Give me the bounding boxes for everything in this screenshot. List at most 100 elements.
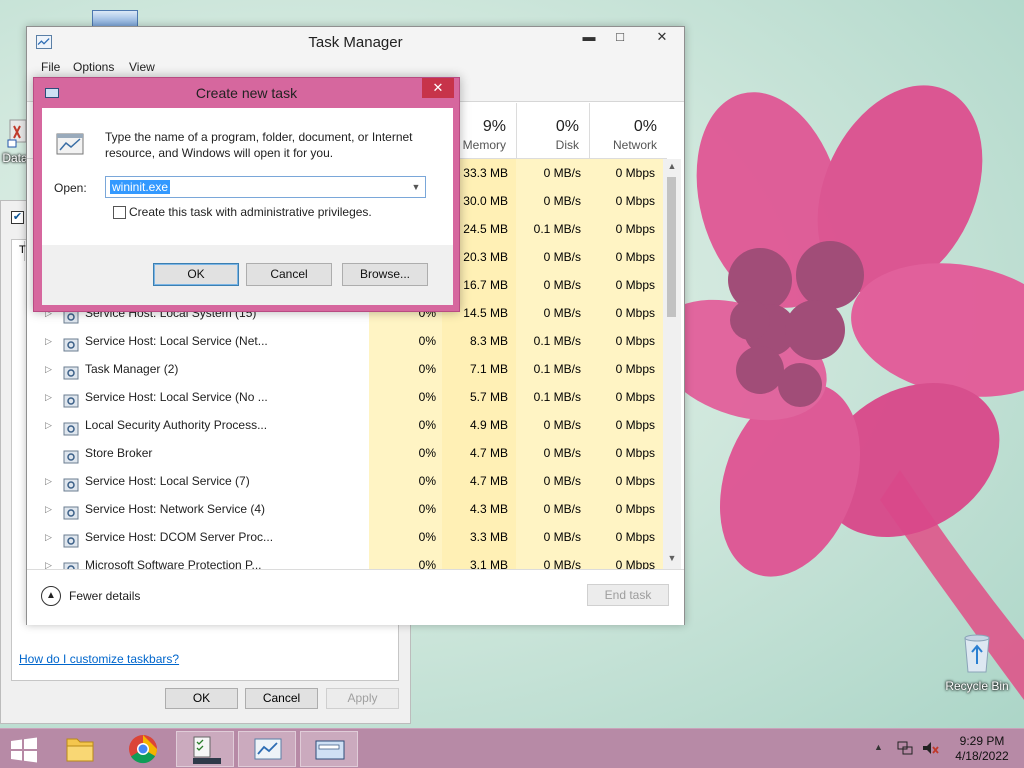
process-list-scrollbar[interactable]: ▲ ▼ [663,159,681,569]
process-name: Store Broker [85,446,153,460]
process-memory: 4.3 MB [442,495,516,523]
process-network: 0 Mbps [589,467,667,495]
dialog-titlebar[interactable]: Create new task [34,78,459,106]
menu-view[interactable]: View [129,60,155,74]
scroll-thumb[interactable] [667,177,676,317]
process-memory: 4.7 MB [442,467,516,495]
chevron-down-icon[interactable]: ▼ [409,179,423,195]
browse-button[interactable]: Browse... [342,263,428,286]
process-cpu: 0% [369,327,442,355]
process-row[interactable]: ▷ Service Host: Network Service (4) 0% 4.3 … [27,495,667,523]
props-tab[interactable]: T [11,241,26,261]
column-network[interactable]: 0% Network [589,103,667,159]
expand-chevron-icon[interactable]: ▷ [45,411,55,439]
process-name: Microsoft Software Protection P... [85,558,262,569]
menu-file[interactable]: File [41,60,60,74]
minimize-button[interactable]: ▬ [574,27,604,49]
volume-muted-icon[interactable] [922,740,940,756]
recycle-bin-label: Recycle Bin [945,679,1009,693]
dialog-close-button[interactable]: ✕ [422,78,454,98]
process-disk: 0 MB/s [516,299,589,327]
process-disk: 0.1 MB/s [516,215,589,243]
process-row[interactable]: ▷ Service Host: Local Service (No ... 0% 5.… [27,383,667,411]
end-task-button[interactable]: End task [587,584,669,606]
taskbar-chrome[interactable] [114,731,172,767]
process-disk: 0.1 MB/s [516,327,589,355]
dialog-body: Type the name of a program, folder, docu… [42,108,453,305]
props-cancel-button[interactable]: Cancel [245,688,318,709]
expand-chevron-icon[interactable]: ▷ [45,383,55,411]
process-gear-icon [63,334,79,352]
taskbar-control-panel[interactable] [176,731,234,767]
expand-chevron-icon[interactable]: ▷ [45,355,55,383]
taskbar-explorer[interactable] [51,731,109,767]
process-name: Service Host: Network Service (4) [85,502,266,516]
process-memory: 4.7 MB [442,439,516,467]
customize-taskbars-link[interactable]: How do I customize taskbars? [19,652,179,666]
task-manager-footer: ▲ Fewer details End task [27,569,684,625]
menu-options[interactable]: Options [73,60,114,74]
props-ok-button[interactable]: OK [165,688,238,709]
expand-chevron-icon[interactable]: ▷ [45,523,55,551]
process-name: Task Manager (2) [85,362,179,376]
scroll-down-icon[interactable]: ▼ [663,553,681,567]
process-gear-icon [63,446,79,464]
props-apply-button[interactable]: Apply [326,688,399,709]
expand-chevron-icon[interactable]: ▷ [45,495,55,523]
process-row[interactable]: ▷ Local Security Authority Process... 0% 4.… [27,411,667,439]
close-button[interactable]: ✕ [640,27,684,49]
taskbar-create-task[interactable] [300,731,358,767]
process-cpu: 0% [369,523,442,551]
props-checkbox[interactable]: ✔ [11,211,24,224]
open-input[interactable]: wininit.exe [110,180,171,194]
network-icon[interactable] [897,740,913,756]
admin-privileges-checkbox[interactable] [113,206,126,219]
process-row[interactable]: ▷ Service Host: Local Service (7) 0% 4.7 MB… [27,467,667,495]
admin-privileges-label[interactable]: Create this task with administrative pri… [129,205,372,219]
process-gear-icon [63,474,79,492]
process-memory: 7.1 MB [442,355,516,383]
process-row[interactable]: Store Broker 0% 4.7 MB 0 MB/s 0 Mbps [27,439,667,467]
process-network: 0 Mbps [589,187,667,215]
process-name: Local Security Authority Process... [85,418,268,432]
process-network: 0 Mbps [589,299,667,327]
ok-button[interactable]: OK [153,263,239,286]
process-network: 0 Mbps [589,159,667,187]
process-row[interactable]: ▷ Microsoft Software Protection P... 0% 3.1… [27,551,667,569]
expand-chevron-icon[interactable]: ▷ [45,327,55,355]
expand-chevron-icon[interactable]: ▷ [45,467,55,495]
taskbar: ▲ 9:29 PM 4/18/2022 [0,728,1024,768]
open-combobox[interactable]: wininit.exe ▼ [105,176,426,198]
process-disk: 0 MB/s [516,159,589,187]
process-network: 0 Mbps [589,215,667,243]
process-cpu: 0% [369,411,442,439]
process-name: Service Host: Local Service (7) [85,474,250,488]
process-row[interactable]: ▷ Service Host: DCOM Server Proc... 0% 3.3 … [27,523,667,551]
maximize-button[interactable]: □ [605,27,635,49]
fewer-details-button[interactable]: ▲ Fewer details [41,585,140,607]
process-gear-icon [63,502,79,520]
process-network: 0 Mbps [589,411,667,439]
process-disk: 0 MB/s [516,439,589,467]
process-network: 0 Mbps [589,439,667,467]
taskbar-task-manager[interactable] [238,731,296,767]
folder-icon [66,738,94,762]
menu-bar: File Options View [27,57,684,77]
process-row[interactable]: ▷ Service Host: Local Service (Net... 0% 8.… [27,327,667,355]
cancel-button[interactable]: Cancel [246,263,332,286]
scroll-up-icon[interactable]: ▲ [663,161,681,175]
chrome-icon [129,735,157,764]
show-hidden-icons-icon[interactable]: ▲ [874,742,883,752]
task-manager-titlebar[interactable]: Task Manager ▬ □ ✕ [27,27,684,57]
process-memory: 3.3 MB [442,523,516,551]
clock-date: 4/18/2022 [955,749,1009,763]
process-disk: 0 MB/s [516,523,589,551]
recycle-bin[interactable]: Recycle Bin [940,630,1014,693]
clock[interactable]: 9:29 PM 4/18/2022 [950,734,1014,764]
process-disk: 0.1 MB/s [516,355,589,383]
windows-logo-icon[interactable] [8,737,40,763]
expand-chevron-icon[interactable]: ▷ [45,551,55,569]
process-row[interactable]: ▷ Task Manager (2) 0% 7.1 MB 0.1 MB/s 0 Mbps [27,355,667,383]
desktop-icon-label: Data [2,151,28,165]
column-disk[interactable]: 0% Disk [516,103,589,159]
